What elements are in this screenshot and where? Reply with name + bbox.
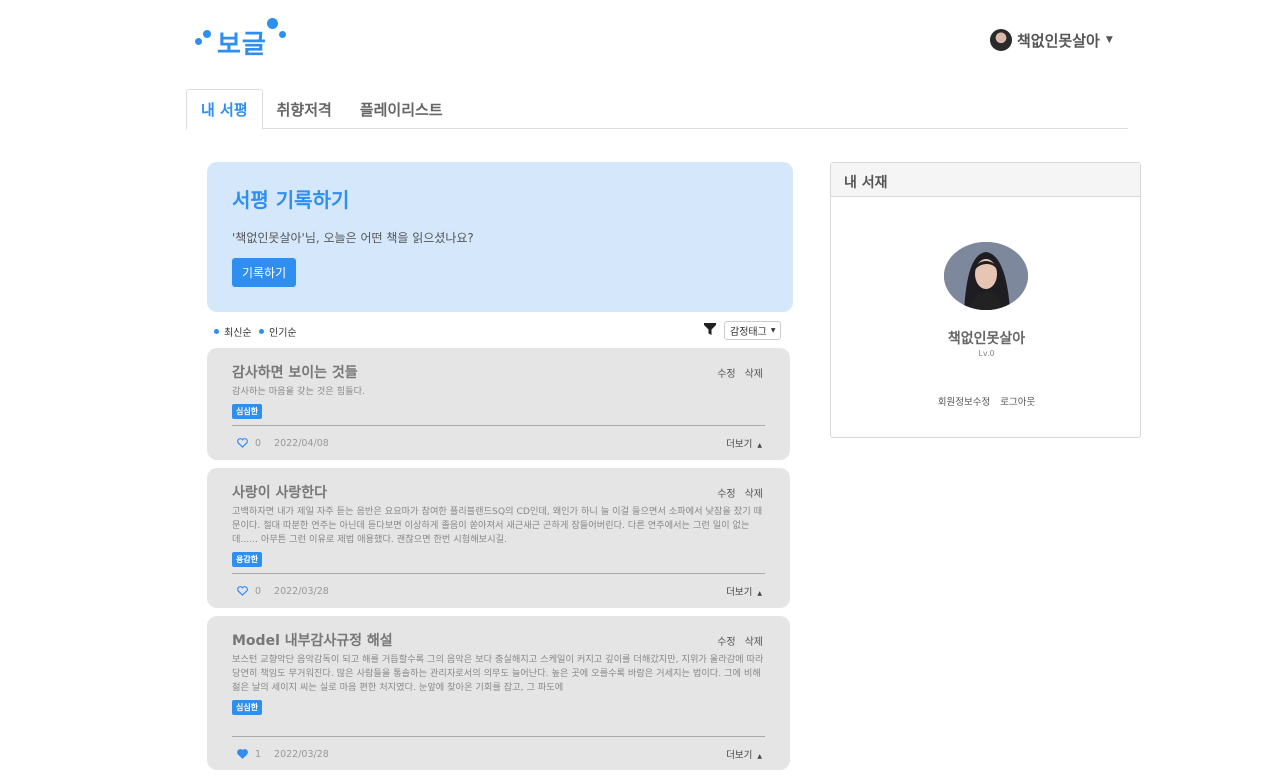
card-actions: 수정 삭제 [708, 633, 763, 648]
logo-dot [195, 38, 202, 45]
heart-outline-icon[interactable] [237, 586, 248, 596]
caret-down-icon: ▼ [1105, 35, 1113, 45]
sort-popular[interactable]: 인기순 [259, 324, 297, 339]
like-count: 0 [255, 437, 262, 449]
hero-title: 서평 기록하기 [232, 188, 350, 212]
review-title[interactable]: 감사하면 보이는 것들 [232, 362, 765, 382]
more-label: 더보기 [726, 439, 753, 450]
review-card: 감사하면 보이는 것들 수정 삭제 감사하는 마음을 갖는 것은 힘들다. 심심한… [207, 348, 790, 460]
header: 보글 책없인못살아 ▼ [0, 0, 1277, 80]
delete-button[interactable]: 삭제 [745, 637, 763, 648]
profile-name: 책없인못살아 [947, 331, 1026, 347]
tab-my-reviews[interactable]: 내 서평 [186, 89, 263, 130]
sort-popular-label: 인기순 [269, 328, 297, 339]
logout-link[interactable]: 로그아웃 [1000, 397, 1035, 408]
divider [232, 573, 765, 574]
sort-latest-label: 최신순 [224, 328, 252, 339]
write-review-panel: 서평 기록하기 '책없인못살아'님, 오늘은 어떤 책을 읽으셨나요? 기록하기 [207, 162, 793, 312]
profile-links: 회원정보수정 로그아웃 [831, 394, 1142, 408]
avatar [990, 29, 1012, 51]
delete-button[interactable]: 삭제 [745, 489, 763, 500]
logo-dot [279, 31, 286, 38]
like-count: 1 [255, 748, 262, 760]
profile-photo-icon [944, 242, 1028, 310]
bullet-icon [214, 329, 219, 334]
review-card: 사랑이 사랑한다 수정 삭제 고백하자면 내가 제일 자주 듣는 음반은 요요마가… [207, 468, 790, 608]
more-label: 더보기 [726, 750, 753, 761]
divider [232, 736, 765, 737]
more-button[interactable]: 더보기 ▲ [726, 436, 762, 450]
logo[interactable]: 보글 [193, 16, 293, 60]
profile-avatar [944, 242, 1028, 310]
edit-button[interactable]: 수정 [717, 637, 735, 648]
emotion-tag-select[interactable]: 감정태그 ▼ [724, 321, 782, 340]
bullet-icon [259, 329, 264, 334]
hero-subtitle: '책없인못살아'님, 오늘은 어떤 책을 읽으셨나요? [232, 231, 474, 245]
caret-down-icon: ▼ [770, 327, 776, 334]
review-body: 고백하자면 내가 제일 자주 듣는 음반은 요요마가 참여한 플리블랜드SQ의 … [232, 506, 763, 545]
review-date: 2022/03/28 [274, 748, 329, 760]
card-actions: 수정 삭제 [708, 365, 763, 380]
caret-up-icon: ▲ [757, 442, 762, 449]
delete-button[interactable]: 삭제 [745, 369, 763, 380]
emotion-tag-badge: 심심한 [232, 404, 263, 419]
edit-profile-link[interactable]: 회원정보수정 [938, 397, 990, 408]
profile-level: Lv.0 [978, 349, 995, 358]
tab-bar: 내 서평 취향저격 플레이리스트 [186, 89, 1128, 130]
review-date: 2022/03/28 [274, 585, 329, 597]
review-body: 보스턴 교향악단 음악감독이 되고 해를 거듭할수록 그의 음악은 보다 충실해… [232, 654, 764, 693]
user-menu[interactable]: 책없인못살아 ▼ [990, 28, 1113, 52]
like-count: 0 [255, 585, 262, 597]
card-footer: 0 2022/03/28 더보기 ▲ [237, 584, 762, 598]
caret-up-icon: ▲ [757, 753, 762, 760]
more-label: 더보기 [726, 587, 753, 598]
review-title[interactable]: Model 내부감사규정 해설 [232, 630, 765, 650]
heart-outline-icon[interactable] [237, 438, 248, 448]
user-name: 책없인못살아 [1017, 31, 1100, 50]
write-review-button[interactable]: 기록하기 [232, 258, 297, 287]
edit-button[interactable]: 수정 [717, 489, 735, 500]
my-library-panel: 내 서재 책없인못살아 Lv.0 회원정보수정 로그아웃 [830, 162, 1141, 438]
card-footer: 1 2022/03/28 더보기 ▲ [237, 747, 762, 761]
more-button[interactable]: 더보기 ▲ [726, 747, 762, 761]
caret-up-icon: ▲ [757, 590, 762, 597]
logo-dot [203, 30, 211, 38]
review-card: Model 내부감사규정 해설 수정 삭제 보스턴 교향악단 음악감독이 되고 해… [207, 616, 790, 770]
review-body: 감사하는 마음을 갖는 것은 힘들다. [232, 386, 365, 397]
more-button[interactable]: 더보기 ▲ [726, 584, 762, 598]
panel-title: 내 서재 [831, 163, 1140, 197]
review-date: 2022/04/08 [274, 437, 329, 449]
sort-bar: 최신순 인기순 감정태그 ▼ [207, 320, 790, 340]
emotion-tag-badge: 용감한 [232, 552, 263, 567]
emotion-tag-select-label: 감정태그 [730, 327, 767, 338]
tab-taste[interactable]: 취향저격 [263, 89, 346, 129]
filter-icon[interactable] [703, 322, 717, 336]
card-footer: 0 2022/04/08 더보기 ▲ [237, 436, 762, 450]
tab-playlist[interactable]: 플레이리스트 [346, 89, 457, 129]
emotion-tag-badge: 심심한 [232, 700, 263, 715]
card-actions: 수정 삭제 [708, 485, 763, 500]
logo-text: 보글 [217, 30, 267, 60]
sort-latest[interactable]: 최신순 [214, 324, 252, 339]
review-title[interactable]: 사랑이 사랑한다 [232, 482, 765, 502]
heart-filled-icon[interactable] [237, 749, 248, 759]
logo-dot [267, 18, 278, 29]
divider [232, 425, 765, 426]
edit-button[interactable]: 수정 [717, 369, 735, 380]
